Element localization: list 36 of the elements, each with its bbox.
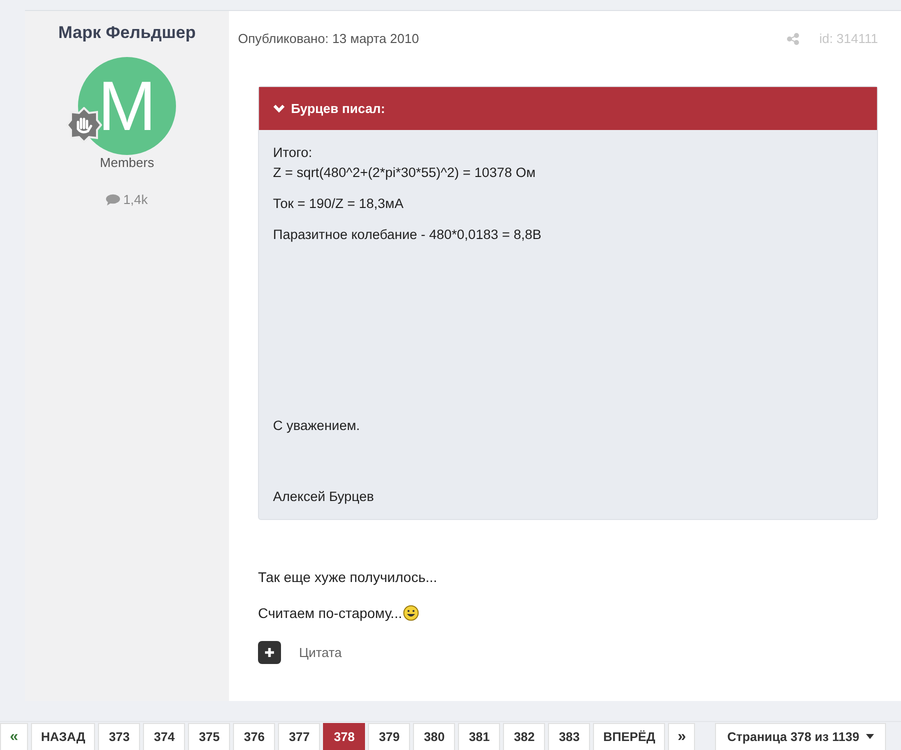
post-text: Считаем по-старому... — [258, 605, 402, 621]
previous-button[interactable]: НАЗАД — [31, 722, 96, 750]
quote-text: Z = sqrt(480^2+(2*pi*30*55)^2) = 10378 Ом — [273, 165, 536, 180]
first-page-button[interactable]: « — [0, 722, 28, 750]
page-jump-dropdown[interactable]: Страница 378 из 1139 — [715, 722, 886, 750]
page-button[interactable]: 374 — [143, 722, 186, 750]
quote-header[interactable]: Бурцев писал: — [259, 87, 877, 130]
plus-icon — [264, 647, 275, 658]
page-button[interactable]: 378 — [323, 722, 366, 750]
smiley-icon — [403, 605, 420, 621]
next-button[interactable]: ВПЕРЁД — [593, 722, 666, 750]
page-button[interactable]: 382 — [503, 722, 546, 750]
caret-icon — [866, 734, 874, 739]
page-button[interactable]: 380 — [413, 722, 456, 750]
quote-text: Итого: — [273, 145, 314, 160]
quote-text: Паразитное колебание - 480*0,0183 = 8,8В — [273, 227, 542, 242]
member-group: Members — [100, 155, 154, 170]
hand-badge-icon — [66, 107, 102, 143]
comment-icon — [106, 194, 120, 206]
add-quote-button[interactable] — [258, 641, 281, 664]
quote-label[interactable]: Цитата — [299, 645, 342, 660]
page-button[interactable]: 381 — [458, 722, 500, 750]
author-name[interactable]: Марк Фельдшер — [58, 23, 196, 43]
page-button[interactable]: 375 — [188, 722, 230, 750]
page-button[interactable]: 383 — [548, 722, 590, 750]
page-button[interactable]: 379 — [368, 722, 410, 750]
signature-text: Алексей Бурцев — [273, 489, 375, 504]
page-button[interactable]: 373 — [98, 722, 140, 750]
page-button[interactable]: 376 — [233, 722, 276, 750]
post-count: 1,4k — [123, 192, 148, 207]
last-page-button[interactable]: » — [668, 722, 696, 750]
quote-text: Ток = 190/Z = 18,3мА — [273, 196, 404, 211]
post-text: Так еще хуже получилось... — [258, 569, 438, 585]
signature-text: С уважением. — [273, 418, 361, 433]
page-button[interactable]: 377 — [278, 722, 320, 750]
publish-date: Опубликовано: 13 марта 2010 — [238, 31, 419, 46]
